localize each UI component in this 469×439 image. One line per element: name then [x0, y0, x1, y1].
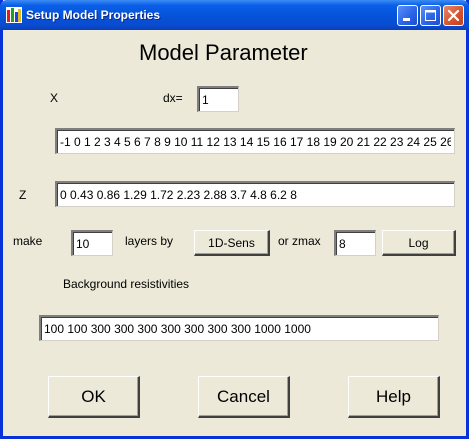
- page-title: Model Parameter: [139, 40, 308, 65]
- window-title: Setup Model Properties: [26, 8, 161, 22]
- close-button[interactable]: [443, 5, 464, 26]
- minimize-button[interactable]: [397, 5, 418, 26]
- zmax-input[interactable]: [334, 230, 376, 256]
- or-zmax-label: or zmax: [278, 234, 321, 248]
- app-icon: [6, 7, 22, 23]
- background-resistivities-input[interactable]: [39, 315, 439, 341]
- layer-count-input[interactable]: [71, 230, 113, 256]
- setup-model-properties-dialog: Setup Model Properties Model Parameter X…: [0, 0, 469, 439]
- maximize-button[interactable]: [420, 5, 441, 26]
- background-resistivities-label: Background resistivities: [63, 277, 190, 291]
- x-values-input[interactable]: [55, 128, 455, 154]
- make-label: make: [13, 234, 43, 248]
- dx-label: dx=: [163, 91, 183, 105]
- z-label: Z: [19, 188, 27, 202]
- x-label: X: [50, 91, 59, 105]
- close-icon: [447, 9, 460, 22]
- help-button[interactable]: Help: [348, 376, 440, 418]
- title-bar[interactable]: Setup Model Properties: [0, 0, 469, 30]
- log-button[interactable]: Log: [382, 230, 456, 256]
- maximize-icon: [425, 10, 436, 21]
- minimize-icon: [403, 18, 410, 21]
- dx-input[interactable]: [197, 86, 239, 112]
- z-values-input[interactable]: [55, 181, 455, 207]
- cancel-button[interactable]: Cancel: [198, 376, 290, 418]
- ok-button[interactable]: OK: [48, 376, 140, 418]
- layers-by-label: layers by: [125, 234, 174, 248]
- 1d-sens-button[interactable]: 1D-Sens: [194, 230, 270, 256]
